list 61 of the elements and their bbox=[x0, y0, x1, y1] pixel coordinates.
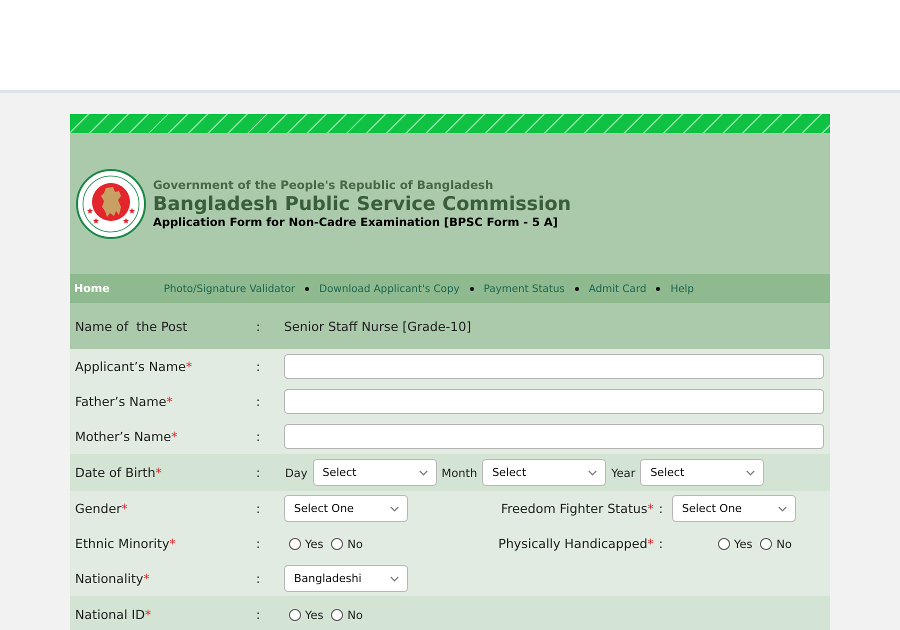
label-colon: : bbox=[256, 465, 262, 480]
select-dropdown[interactable]: Bangladeshi bbox=[284, 565, 408, 592]
field-label: Father’s Name* bbox=[75, 394, 174, 409]
field-label: Nationality* bbox=[75, 571, 151, 586]
field-label: Applicant’s Name* bbox=[75, 359, 194, 374]
field-label: Freedom Fighter Status* bbox=[500, 501, 654, 516]
radio-button[interactable] bbox=[760, 538, 772, 550]
chevron-down-icon bbox=[390, 506, 399, 512]
label-colon: : bbox=[256, 607, 262, 622]
date-part-label: Month bbox=[442, 466, 478, 480]
select-dropdown[interactable]: Select One bbox=[284, 495, 408, 522]
select-dropdown[interactable]: Select bbox=[640, 459, 764, 486]
field-label: Name of the Post bbox=[75, 318, 188, 334]
seal-icon bbox=[76, 168, 146, 238]
chevron-down-icon bbox=[778, 506, 787, 512]
select-dropdown[interactable]: Select One bbox=[672, 495, 796, 522]
label-colon: : bbox=[256, 394, 262, 409]
text-input-field[interactable] bbox=[284, 424, 824, 449]
field-label: National ID* bbox=[75, 607, 152, 622]
date-part-label: Day bbox=[285, 466, 308, 480]
label-colon: : bbox=[658, 536, 663, 551]
radio-button[interactable] bbox=[331, 608, 344, 620]
label-colon: : bbox=[256, 536, 262, 551]
government-line: Government of the People's Republic of Bangladesh bbox=[153, 178, 494, 192]
label-colon: : bbox=[658, 501, 663, 516]
label-colon: : bbox=[256, 571, 262, 586]
field-label: Date of Birth* bbox=[75, 465, 163, 480]
text-input-field[interactable] bbox=[284, 389, 824, 414]
select-dropdown[interactable]: Select bbox=[312, 459, 436, 486]
chevron-down-icon bbox=[390, 576, 399, 582]
select-dropdown[interactable]: Select bbox=[482, 459, 606, 486]
bullet-icon bbox=[305, 286, 310, 290]
field-label: Ethnic Minority* bbox=[75, 536, 177, 551]
radio-label: Yes bbox=[305, 536, 324, 550]
label-colon: : bbox=[256, 429, 262, 444]
field-label: Mother’s Name* bbox=[75, 429, 178, 444]
bullet-icon bbox=[656, 286, 660, 290]
chevron-down-icon bbox=[746, 470, 756, 476]
bullet-icon bbox=[574, 286, 579, 290]
field-label: Physically Handicapped* bbox=[498, 536, 654, 551]
label-colon: : bbox=[256, 359, 262, 374]
form-title: Application Form for Non-Cadre Examination [BPSC Form - 5 A] bbox=[153, 214, 559, 230]
radio-button[interactable] bbox=[289, 538, 301, 550]
commission-title: Bangladesh Public Service Commission bbox=[153, 192, 572, 214]
radio-label: No bbox=[347, 536, 363, 550]
post-value: Senior Staff Nurse [Grade-10] bbox=[284, 318, 472, 334]
radio-label: No bbox=[347, 608, 363, 622]
radio-label: Yes bbox=[305, 608, 324, 622]
chevron-down-icon bbox=[588, 470, 598, 476]
date-part-label: Year bbox=[611, 466, 636, 480]
label-colon: : bbox=[256, 318, 262, 334]
chevron-down-icon bbox=[418, 470, 428, 476]
radio-button[interactable] bbox=[331, 538, 344, 550]
bullet-icon bbox=[470, 286, 474, 290]
label-colon: : bbox=[256, 501, 262, 516]
radio-label: No bbox=[776, 536, 792, 550]
text-input-field[interactable] bbox=[284, 354, 824, 379]
field-label: Gender* bbox=[75, 501, 129, 516]
radio-button[interactable] bbox=[718, 538, 730, 550]
radio-label: Yes bbox=[734, 536, 752, 550]
radio-button[interactable] bbox=[289, 608, 301, 620]
